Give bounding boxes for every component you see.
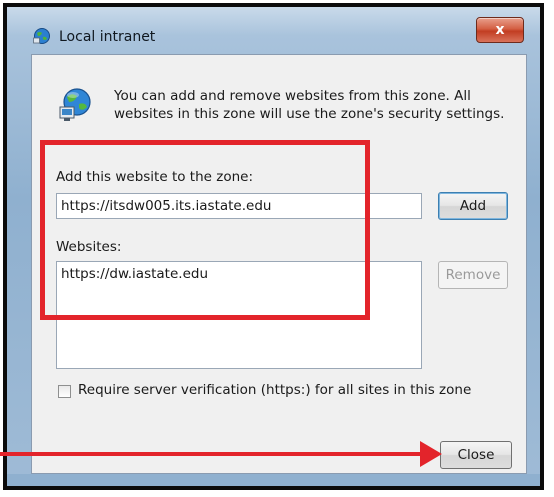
remove-button[interactable]: Remove <box>438 261 508 289</box>
title-bar: Local intranet x <box>7 7 540 55</box>
annotation-highlight-box <box>40 140 370 320</box>
require-https-checkbox[interactable] <box>58 385 71 398</box>
window-title: Local intranet <box>59 29 156 45</box>
require-https-label: Require server verification (https:) for… <box>78 382 472 398</box>
zone-info-text: You can add and remove websites from thi… <box>114 88 505 122</box>
close-button[interactable]: Close <box>440 441 512 469</box>
annotation-arrow-head <box>420 441 442 467</box>
close-icon: x <box>495 22 505 38</box>
globe-network-icon <box>33 27 51 45</box>
globe-network-icon <box>58 87 94 123</box>
add-button[interactable]: Add <box>438 192 508 220</box>
window-bottom-edge <box>7 474 540 486</box>
window-close-button[interactable]: x <box>476 17 524 43</box>
annotation-arrow-line <box>0 452 430 456</box>
